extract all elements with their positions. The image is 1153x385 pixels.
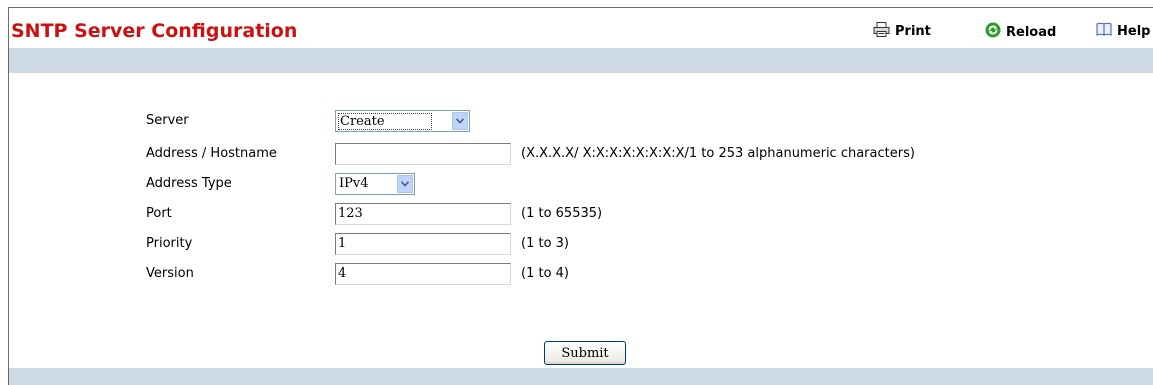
port-label: Port [146, 206, 172, 221]
port-input[interactable]: 123 [335, 203, 511, 225]
server-row: Server Create [9, 109, 1153, 135]
priority-input[interactable]: 1 [335, 233, 511, 255]
help-book-icon [1096, 22, 1112, 40]
content-frame: SNTP Server Configuration Print Reload H… [8, 7, 1153, 385]
version-hint: (1 to 4) [521, 266, 570, 281]
address-input[interactable] [335, 143, 511, 165]
version-label: Version [146, 266, 194, 281]
address-type-select-value: IPv4 [339, 176, 369, 191]
port-row: Port 123 (1 to 65535) [9, 202, 1153, 228]
version-row: Version 4 (1 to 4) [9, 262, 1153, 288]
printer-icon [873, 22, 890, 41]
print-label: Print [895, 24, 931, 39]
toolbar: Print Reload Help [9, 22, 1153, 42]
server-label: Server [146, 113, 189, 128]
header-band [9, 48, 1153, 73]
help-button[interactable]: Help [1096, 22, 1150, 40]
server-select[interactable]: Create [335, 110, 470, 132]
priority-row: Priority 1 (1 to 3) [9, 232, 1153, 258]
reload-label: Reload [1006, 24, 1057, 40]
address-type-select[interactable]: IPv4 [335, 173, 415, 195]
priority-label: Priority [146, 236, 193, 251]
reload-button[interactable]: Reload [985, 22, 1056, 42]
version-input[interactable]: 4 [335, 263, 511, 285]
reload-icon [985, 22, 1001, 42]
priority-hint: (1 to 3) [521, 236, 570, 251]
chevron-down-icon[interactable] [397, 175, 413, 193]
help-label: Help [1117, 23, 1151, 39]
address-hint: (X.X.X.X/ X:X:X:X:X:X:X:X/1 to 253 alpha… [521, 146, 915, 161]
footer-band [9, 368, 1153, 385]
server-select-value: Create [338, 113, 432, 130]
address-label: Address / Hostname [146, 146, 277, 161]
address-type-row: Address Type IPv4 [9, 172, 1153, 198]
submit-button[interactable]: Submit [544, 341, 626, 365]
address-row: Address / Hostname (X.X.X.X/ X:X:X:X:X:X… [9, 142, 1153, 168]
print-button[interactable]: Print [873, 22, 931, 41]
port-hint: (1 to 65535) [521, 206, 603, 221]
chevron-down-icon[interactable] [452, 112, 468, 130]
address-type-label: Address Type [146, 176, 232, 191]
